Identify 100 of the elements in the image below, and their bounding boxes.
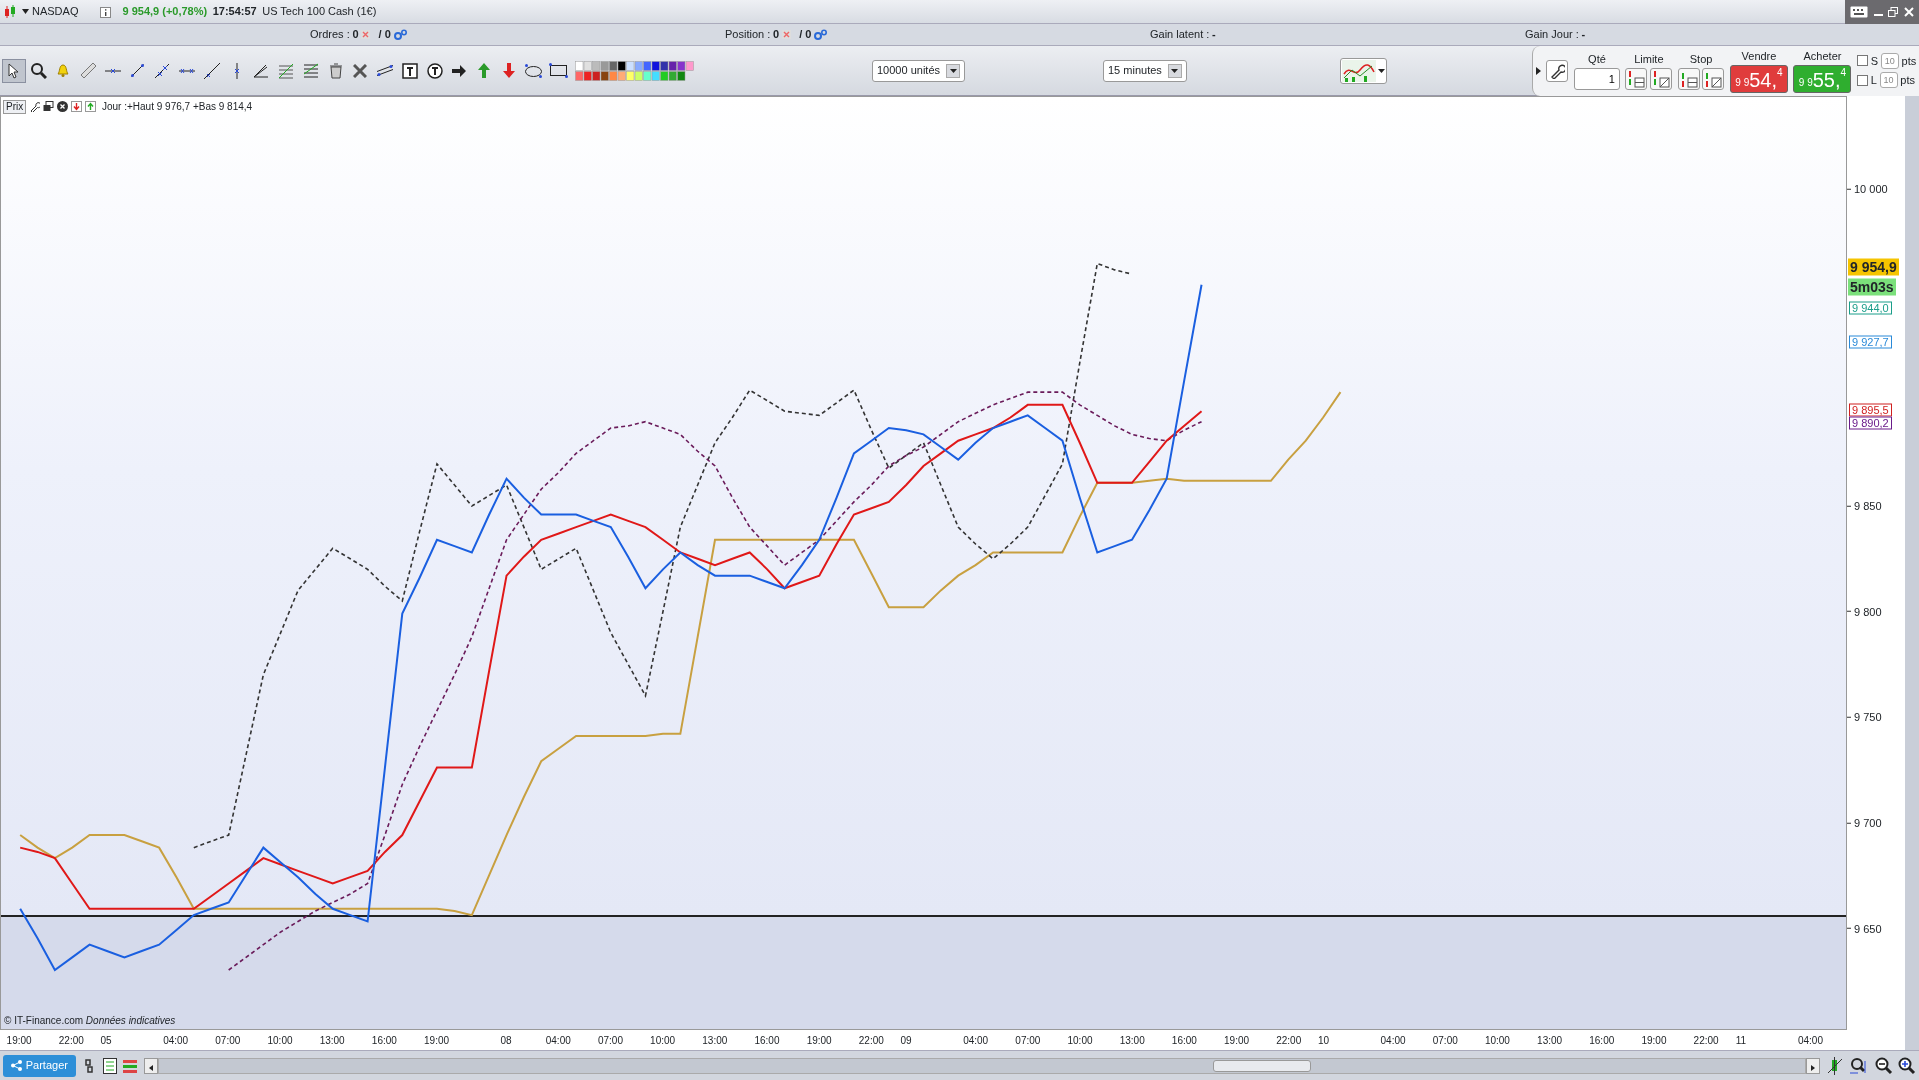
wrench-icon (1549, 62, 1566, 79)
share-icon (10, 1060, 22, 1071)
unit-label: pts (1900, 72, 1916, 88)
option-label: S (1870, 53, 1879, 69)
axis-label: 04:00 (163, 1034, 189, 1048)
restore-icon[interactable] (1888, 6, 1898, 17)
axis-label: 07:00 (215, 1034, 241, 1048)
buy-label: Acheter (1803, 49, 1842, 65)
points-field[interactable]: 10 (1880, 52, 1899, 69)
rectangle-icon (547, 62, 569, 79)
axis-label: 22:00 (1693, 1034, 1719, 1048)
caret-icon (949, 68, 957, 73)
color-palette[interactable] (575, 60, 696, 81)
arrow-up-icon[interactable] (85, 101, 97, 112)
scroll-left-button[interactable] (143, 1057, 158, 1074)
axis-label: 09 (900, 1034, 912, 1048)
candlestick-icon[interactable] (2, 4, 17, 19)
settings-button[interactable] (1546, 59, 1569, 82)
indicators-button[interactable] (1340, 57, 1387, 84)
unit-label: pts (1901, 53, 1917, 69)
limit-order-button[interactable] (1650, 67, 1673, 90)
windows-icon[interactable] (43, 101, 55, 112)
axis-label: 19:00 (1641, 1034, 1667, 1048)
trend-line-icon (154, 62, 171, 79)
limit-order-button[interactable] (1625, 67, 1648, 90)
bell-icon (57, 63, 70, 78)
points-field[interactable]: 10 (1879, 72, 1898, 89)
axis-label: 10:00 (267, 1034, 293, 1048)
instrument-selector[interactable]: NASDAQ (22, 3, 79, 20)
wrench-icon[interactable] (29, 101, 41, 112)
axis-label: 07:00 (597, 1034, 623, 1048)
axis-label: 05 (100, 1034, 112, 1048)
gears-icon[interactable] (393, 29, 407, 40)
scrollbar[interactable] (157, 1057, 1807, 1074)
callout-icon (426, 62, 443, 79)
stop-order-button[interactable] (1677, 67, 1700, 90)
gears-icon[interactable] (814, 29, 828, 40)
text-icon (401, 62, 418, 79)
checkbox[interactable] (1856, 55, 1868, 67)
horizontal-line-icon (103, 67, 122, 74)
quantity-select[interactable]: 10000 unités (872, 59, 965, 82)
axis-label: 19:00 (424, 1034, 450, 1048)
axis-label: 10:00 (1484, 1034, 1510, 1048)
scroll-right-button[interactable] (1806, 1057, 1821, 1074)
tool-button[interactable] (2, 59, 25, 82)
clock-text: 17:54:57 (212, 4, 257, 20)
axis-label: 10 (1317, 1034, 1330, 1048)
summary-label: Position : (725, 27, 771, 43)
price-badge: 9 954,9 (1848, 258, 1899, 276)
axis-label: 13:00 (1537, 1034, 1563, 1048)
keyboard-icon[interactable] (1850, 5, 1868, 18)
zoom-out-icon[interactable] (1874, 1056, 1893, 1075)
period-select[interactable]: 15 minutes (1103, 59, 1187, 82)
summary-total: / 0 (378, 27, 391, 43)
axis-label: 04:00 (1797, 1034, 1823, 1048)
stop-order-button[interactable] (1702, 67, 1725, 90)
axis-label: 04:00 (545, 1034, 571, 1048)
trend-line-icon (130, 63, 145, 78)
ruler-icon (79, 62, 97, 79)
summary-value: 0 (773, 27, 780, 43)
summary-label: Gain latent : (1150, 27, 1210, 43)
vertical-line-icon (233, 61, 240, 80)
caret-icon (1378, 68, 1385, 73)
list-icon[interactable] (102, 1057, 117, 1074)
axis-label: 9 850 (1854, 498, 1882, 514)
scroll-thumb[interactable] (1212, 1059, 1312, 1072)
zoom-in-icon[interactable] (1898, 1056, 1917, 1075)
axis-label: 16:00 (1589, 1034, 1615, 1048)
price-tab[interactable]: Prix (3, 99, 27, 114)
summary-total: / 0 (799, 27, 812, 43)
axis-label: 9 750 (1854, 710, 1882, 725)
arrow-right-icon (451, 63, 468, 78)
axis-label: 13:00 (1119, 1034, 1145, 1048)
axis-label: 13:00 (319, 1034, 345, 1048)
arrow-down-icon[interactable] (71, 101, 83, 112)
day-range-text: Jour :+Haut 9 976,7 +Bas 9 814,4 (102, 100, 253, 114)
expand-arrow-icon[interactable] (1535, 66, 1541, 75)
caret-icon (22, 9, 30, 14)
price-tag: 9 895,5 (1849, 403, 1892, 417)
axis-label: 19:00 (806, 1034, 832, 1048)
axis-label: 07:00 (1015, 1034, 1041, 1048)
summary-value: - (1581, 27, 1586, 43)
axis-label: 9 800 (1854, 604, 1882, 620)
price-tag: 9 927,7 (1849, 335, 1892, 349)
angle-line-icon (253, 63, 270, 78)
price-tag: 9 944,0 (1849, 301, 1892, 315)
axis-label: 16:00 (371, 1034, 397, 1048)
candle-scale-icon[interactable] (1825, 1056, 1844, 1075)
quantity-field[interactable]: 1 (1573, 67, 1620, 90)
instrument-name: US Tech 100 Cash (1€) (262, 4, 377, 20)
ellipse-icon (524, 62, 543, 79)
close-icon[interactable] (57, 101, 69, 112)
channel-icon (376, 64, 394, 77)
checkbox[interactable] (1856, 74, 1868, 86)
ray-line-icon (202, 61, 221, 80)
arrow-up-icon (477, 62, 491, 79)
axis-label: 22:00 (858, 1034, 884, 1048)
axis-label: 22:00 (1276, 1034, 1302, 1048)
fibonacci-icon (278, 62, 294, 79)
summary-label: Ordres : (310, 27, 350, 43)
